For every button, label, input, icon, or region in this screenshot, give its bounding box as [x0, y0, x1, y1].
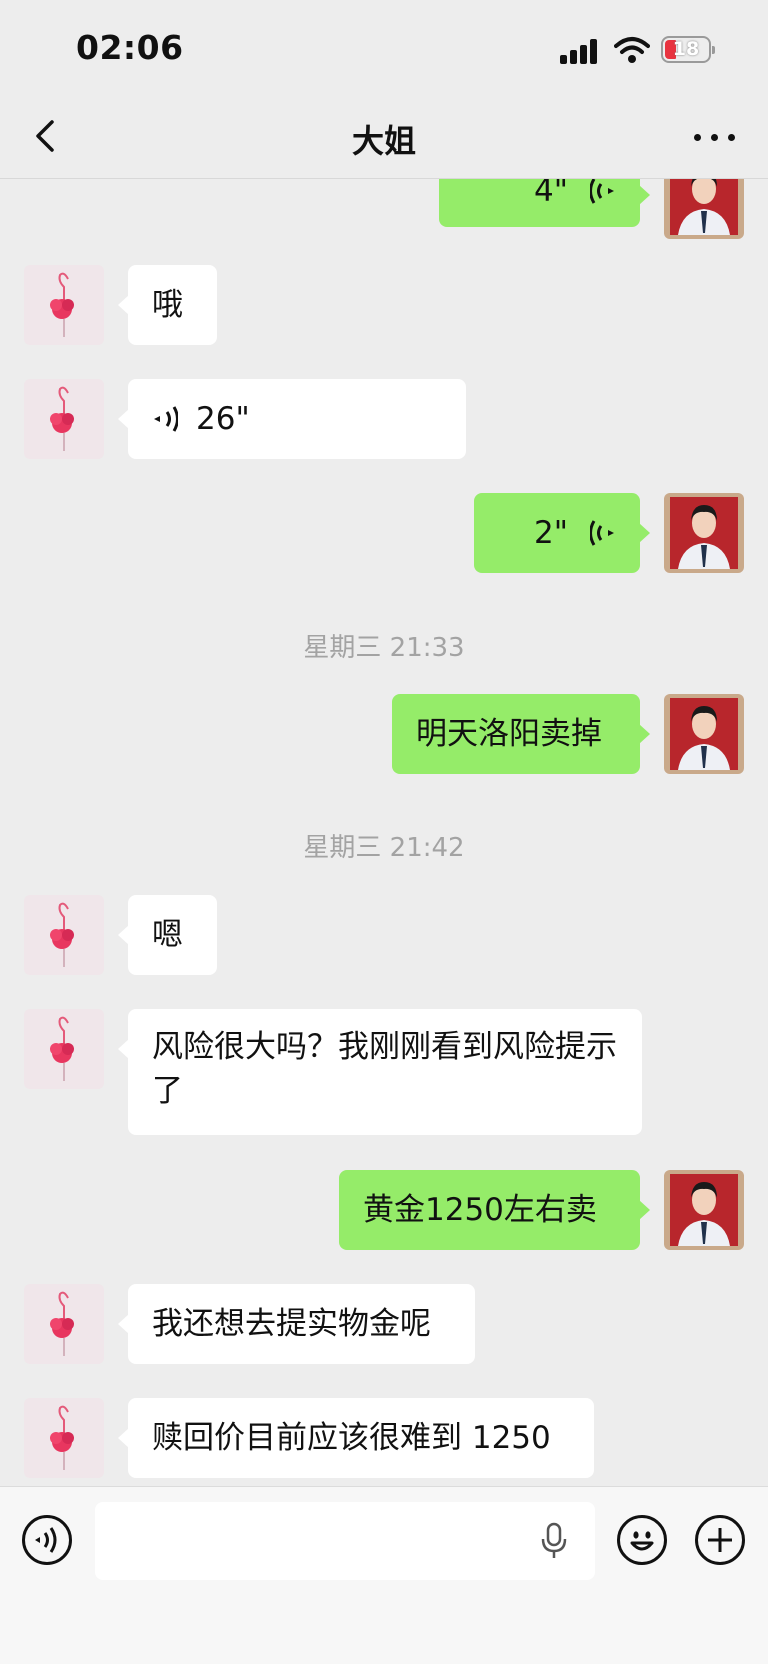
plus-icon[interactable]	[695, 1515, 745, 1565]
text-message-bubble[interactable]: 明天洛阳卖掉	[392, 694, 650, 774]
message-row: 赎回价目前应该很难到 1250	[0, 1398, 768, 1478]
contact-avatar[interactable]	[24, 1398, 104, 1478]
contact-avatar[interactable]	[24, 265, 104, 345]
voice-message-bubble[interactable]: 26"	[118, 379, 466, 459]
text-message-bubble[interactable]: 我还想去提实物金呢	[118, 1284, 475, 1364]
message-row: 哦	[0, 265, 768, 345]
message-list[interactable]: 4" 哦 26" 2" 星期三 21:33 明天洛阳卖掉 星期三 21:42 嗯…	[0, 179, 768, 1485]
message-text: 风险很大吗？我刚刚看到风险提示了	[152, 1029, 617, 1109]
voice-duration: 4"	[534, 179, 568, 209]
chat-header: 大姐	[0, 100, 768, 179]
microphone-icon[interactable]	[541, 1522, 567, 1560]
input-bar	[0, 1486, 768, 1664]
voice-wave-icon	[590, 179, 614, 204]
message-row: 黄金1250左右卖	[0, 1170, 768, 1250]
contact-avatar[interactable]	[24, 1009, 104, 1089]
battery-level: 18	[672, 38, 700, 60]
voice-wave-icon	[154, 406, 178, 432]
text-message-bubble[interactable]: 嗯	[118, 895, 217, 975]
text-message-bubble[interactable]: 哦	[118, 265, 217, 345]
message-row: 明天洛阳卖掉	[0, 694, 768, 774]
contact-avatar[interactable]	[24, 895, 104, 975]
message-text: 赎回价目前应该很难到 1250	[152, 1420, 551, 1456]
voice-wave-icon	[590, 520, 614, 546]
message-row: 2"	[0, 493, 768, 573]
chat-title: 大姐	[351, 122, 416, 160]
my-avatar[interactable]	[664, 694, 744, 774]
text-message-bubble[interactable]: 黄金1250左右卖	[339, 1170, 650, 1250]
text-message-bubble[interactable]: 赎回价目前应该很难到 1250	[118, 1398, 594, 1478]
my-avatar[interactable]	[664, 179, 744, 239]
wifi-icon	[614, 37, 650, 63]
message-text: 嗯	[152, 917, 183, 953]
message-text: 明天洛阳卖掉	[416, 716, 602, 752]
voice-duration: 2"	[534, 515, 568, 551]
message-text: 哦	[152, 287, 183, 323]
my-avatar[interactable]	[664, 493, 744, 573]
emoji-icon[interactable]	[617, 1515, 667, 1565]
message-row: 风险很大吗？我刚刚看到风险提示了	[0, 1009, 768, 1135]
message-row: 26"	[0, 379, 768, 459]
message-row: 嗯	[0, 895, 768, 975]
message-row: 4"	[0, 179, 768, 239]
message-text: 黄金1250左右卖	[363, 1192, 597, 1228]
timestamp-label: 星期三 21:42	[303, 833, 465, 863]
contact-avatar[interactable]	[24, 1284, 104, 1364]
message-input[interactable]	[95, 1502, 595, 1580]
voice-duration: 26"	[196, 401, 250, 437]
my-avatar[interactable]	[664, 1170, 744, 1250]
cellular-signal-icon	[560, 38, 602, 64]
timestamp-label: 星期三 21:33	[303, 633, 465, 663]
status-time: 02:06	[76, 28, 184, 67]
voice-message-bubble[interactable]: 2"	[474, 493, 650, 573]
battery-icon: 18	[661, 36, 715, 63]
text-message-bubble[interactable]: 风险很大吗？我刚刚看到风险提示了	[118, 1009, 642, 1135]
voice-message-bubble[interactable]: 4"	[439, 179, 650, 227]
status-bar: 02:06 18	[0, 0, 768, 100]
more-dots-icon[interactable]	[690, 122, 740, 152]
message-text: 我还想去提实物金呢	[152, 1306, 431, 1342]
message-row: 我还想去提实物金呢	[0, 1284, 768, 1364]
contact-avatar[interactable]	[24, 379, 104, 459]
voice-mode-icon[interactable]	[22, 1515, 72, 1565]
